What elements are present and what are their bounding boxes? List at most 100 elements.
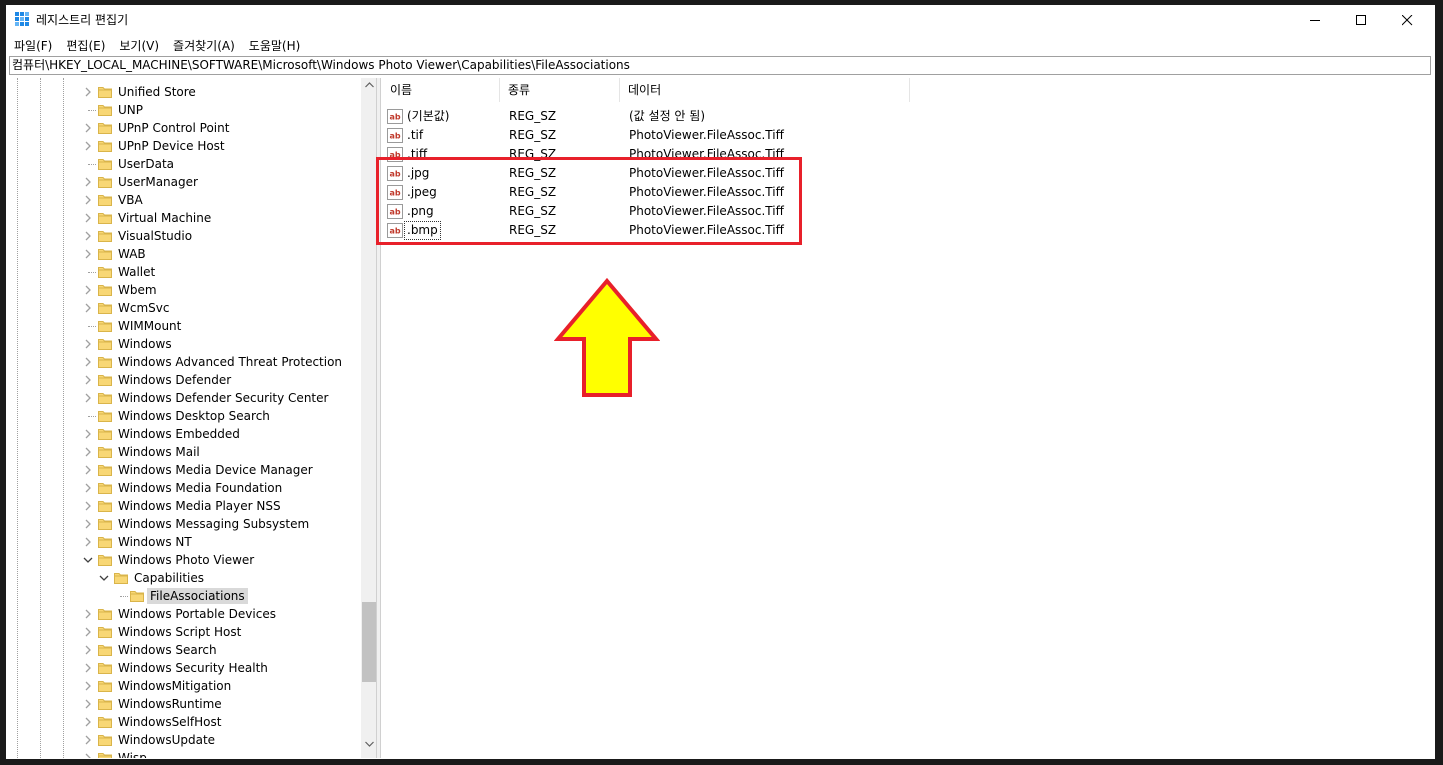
- tree-item[interactable]: WindowsSelfHost: [9, 713, 359, 731]
- chevron-right-icon[interactable]: [82, 716, 94, 728]
- folder-icon: [98, 141, 112, 152]
- tree-item[interactable]: Wbem: [9, 281, 359, 299]
- value-type: REG_SZ: [509, 128, 557, 142]
- tree-item[interactable]: Windows Script Host: [9, 623, 359, 641]
- maximize-button[interactable]: [1338, 5, 1384, 35]
- folder-icon: [98, 123, 112, 134]
- tree-item[interactable]: Windows Media Device Manager: [9, 461, 359, 479]
- scroll-thumb[interactable]: [362, 602, 376, 682]
- tree-item[interactable]: WAB: [9, 245, 359, 263]
- tree-item[interactable]: UNP: [9, 101, 359, 119]
- tree-item[interactable]: VBA: [9, 191, 359, 209]
- minimize-button[interactable]: [1292, 5, 1338, 35]
- chevron-right-icon[interactable]: [82, 626, 94, 638]
- tree-item[interactable]: Capabilities: [9, 569, 359, 587]
- tree-item[interactable]: Windows Portable Devices: [9, 605, 359, 623]
- column-header-type[interactable]: 종류: [500, 78, 620, 102]
- tree-item[interactable]: Windows Photo Viewer: [9, 551, 359, 569]
- chevron-right-icon[interactable]: [82, 446, 94, 458]
- chevron-right-icon[interactable]: [82, 500, 94, 512]
- tree-item[interactable]: Windows Media Foundation: [9, 479, 359, 497]
- value-row[interactable]: ab (기본값) REG_SZ (값 설정 안 됨): [382, 107, 1282, 126]
- chevron-right-icon[interactable]: [82, 302, 94, 314]
- chevron-down-icon[interactable]: [98, 572, 110, 584]
- tree-item[interactable]: UserManager: [9, 173, 359, 191]
- value-row[interactable]: ab .tif REG_SZ PhotoViewer.FileAssoc.Tiff: [382, 126, 1282, 145]
- tree-item[interactable]: Windows Desktop Search: [9, 407, 359, 425]
- chevron-right-icon[interactable]: [82, 284, 94, 296]
- folder-icon: [98, 321, 112, 332]
- tree-item[interactable]: VisualStudio: [9, 227, 359, 245]
- tree-item[interactable]: Windows Search: [9, 641, 359, 659]
- tree-item[interactable]: UserData: [9, 155, 359, 173]
- tree-item[interactable]: WindowsMitigation: [9, 677, 359, 695]
- chevron-right-icon[interactable]: [82, 248, 94, 260]
- tree-item[interactable]: Windows Security Health: [9, 659, 359, 677]
- menu-favorites[interactable]: 즐겨찾기(A): [165, 37, 241, 54]
- chevron-right-icon[interactable]: [82, 374, 94, 386]
- tree-item[interactable]: Windows Advanced Threat Protection: [9, 353, 359, 371]
- address-bar[interactable]: 컴퓨터\HKEY_LOCAL_MACHINE\SOFTWARE\Microsof…: [9, 56, 1431, 75]
- chevron-right-icon[interactable]: [82, 680, 94, 692]
- tree-scrollbar[interactable]: [361, 78, 376, 758]
- tree-item[interactable]: Windows Embedded: [9, 425, 359, 443]
- chevron-right-icon[interactable]: [82, 176, 94, 188]
- chevron-right-icon[interactable]: [82, 86, 94, 98]
- tree-item[interactable]: Windows Messaging Subsystem: [9, 515, 359, 533]
- chevron-right-icon[interactable]: [82, 212, 94, 224]
- tree-item[interactable]: Windows Mail: [9, 443, 359, 461]
- chevron-right-icon[interactable]: [82, 428, 94, 440]
- tree-item[interactable]: Wisp: [9, 749, 359, 758]
- chevron-right-icon[interactable]: [82, 338, 94, 350]
- tree-item[interactable]: WindowsRuntime: [9, 695, 359, 713]
- column-header-name[interactable]: 이름: [382, 78, 500, 102]
- chevron-right-icon[interactable]: [82, 734, 94, 746]
- tree-item[interactable]: Windows Defender: [9, 371, 359, 389]
- folder-icon: [98, 663, 112, 674]
- tree-item[interactable]: Windows Defender Security Center: [9, 389, 359, 407]
- chevron-right-icon[interactable]: [82, 698, 94, 710]
- tree-item[interactable]: UPnP Control Point: [9, 119, 359, 137]
- chevron-down-icon[interactable]: [82, 554, 94, 566]
- chevron-right-icon[interactable]: [82, 392, 94, 404]
- chevron-right-icon[interactable]: [82, 518, 94, 530]
- chevron-right-icon[interactable]: [82, 662, 94, 674]
- tree-item[interactable]: Unified Store: [9, 83, 359, 101]
- chevron-right-icon[interactable]: [82, 644, 94, 656]
- tree-item[interactable]: Windows: [9, 335, 359, 353]
- chevron-right-icon[interactable]: [82, 752, 94, 758]
- close-button[interactable]: [1384, 5, 1430, 35]
- tree-item[interactable]: WindowsUpdate: [9, 731, 359, 749]
- chevron-right-icon[interactable]: [82, 356, 94, 368]
- tree-item[interactable]: Wallet: [9, 263, 359, 281]
- menu-file[interactable]: 파일(F): [6, 37, 58, 54]
- chevron-right-icon[interactable]: [82, 464, 94, 476]
- tree-item[interactable]: Windows NT: [9, 533, 359, 551]
- chevron-right-icon[interactable]: [82, 194, 94, 206]
- chevron-right-icon[interactable]: [82, 482, 94, 494]
- chevron-right-icon[interactable]: [82, 536, 94, 548]
- menu-help[interactable]: 도움말(H): [241, 37, 307, 54]
- column-header-data[interactable]: 데이터: [620, 78, 910, 102]
- tree-item[interactable]: WIMMount: [9, 317, 359, 335]
- chevron-right-icon[interactable]: [82, 230, 94, 242]
- chevron-right-icon[interactable]: [82, 122, 94, 134]
- chevron-right-icon[interactable]: [82, 608, 94, 620]
- tree-connector: [88, 326, 96, 327]
- key-tree[interactable]: Unified Store UNP UPnP Control Point UPnP D…: [9, 78, 376, 758]
- tree-item[interactable]: WcmSvc: [9, 299, 359, 317]
- menu-edit[interactable]: 편집(E): [58, 37, 111, 54]
- folder-icon: [98, 87, 112, 98]
- value-data: PhotoViewer.FileAssoc.Tiff: [629, 128, 784, 142]
- folder-icon: [98, 267, 112, 278]
- tree-item[interactable]: FileAssociations: [9, 587, 359, 605]
- tree-item[interactable]: Windows Media Player NSS: [9, 497, 359, 515]
- scroll-up-icon[interactable]: [365, 82, 374, 88]
- folder-icon: [98, 159, 112, 170]
- title-bar[interactable]: 레지스트리 편집기: [6, 5, 1435, 35]
- tree-item[interactable]: Virtual Machine: [9, 209, 359, 227]
- scroll-down-icon[interactable]: [365, 741, 374, 747]
- tree-item[interactable]: UPnP Device Host: [9, 137, 359, 155]
- menu-view[interactable]: 보기(V): [111, 37, 165, 54]
- chevron-right-icon[interactable]: [82, 140, 94, 152]
